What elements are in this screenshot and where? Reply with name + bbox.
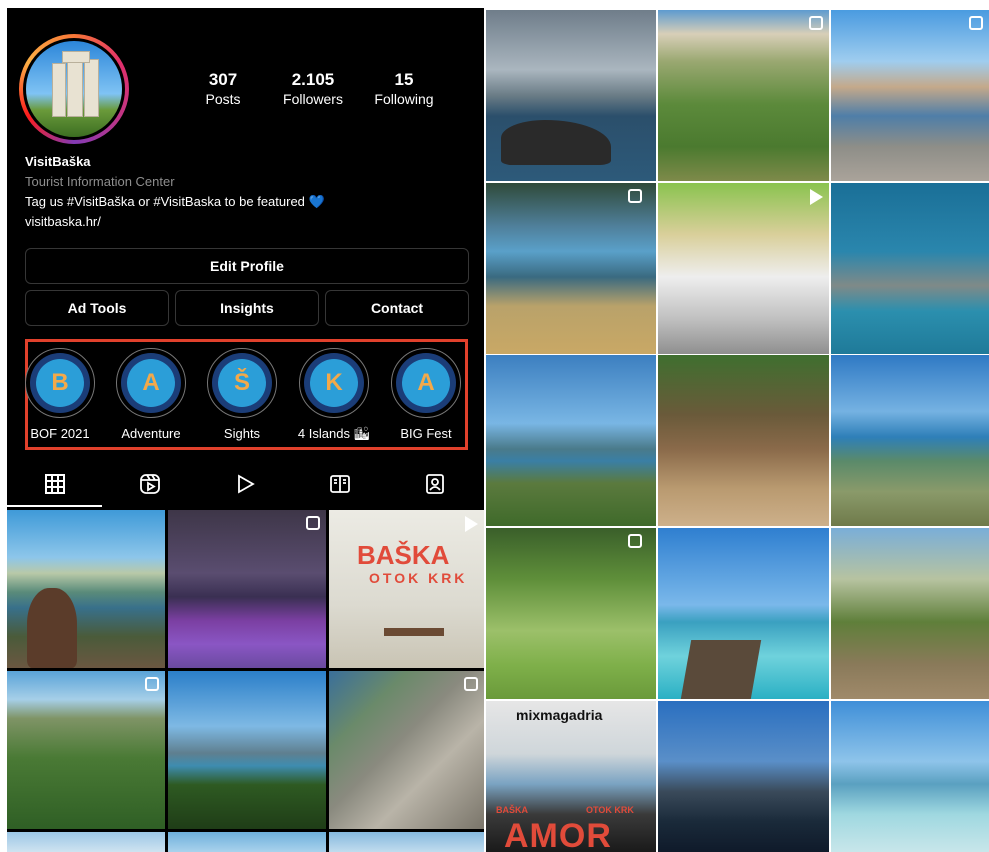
highlight-ring: K — [299, 348, 369, 418]
highlight-label: 4 Islands 🏙 — [297, 426, 371, 441]
post-thumbnail[interactable] — [486, 10, 656, 181]
highlight-letter: K — [310, 359, 358, 407]
highlight-label: Sights — [223, 426, 261, 441]
carousel-icon — [628, 534, 642, 548]
profile-name: VisitBaška — [25, 154, 91, 169]
highlight-label: BIG Fest — [400, 426, 452, 441]
highlight-letter: Š — [218, 359, 266, 407]
highlight-letter: A — [127, 359, 175, 407]
post-thumbnail[interactable] — [831, 528, 989, 699]
carousel-icon — [809, 16, 823, 30]
post-thumbnail[interactable] — [658, 10, 829, 181]
post-text-amor: AMOR — [504, 817, 612, 852]
profile-avatar-ring[interactable] — [19, 34, 129, 144]
post-thumbnail[interactable] — [486, 183, 656, 354]
highlight-letter: B — [36, 359, 84, 407]
carousel-icon — [464, 677, 478, 691]
tab-video[interactable] — [197, 461, 292, 507]
highlight-ring: A — [391, 348, 461, 418]
carousel-icon — [145, 677, 159, 691]
followers-stat[interactable]: 2.105 Followers — [279, 70, 347, 107]
profile-panel: 307 Posts 2.105 Followers 15 Following V… — [7, 8, 484, 852]
highlight-ring: Š — [207, 348, 277, 418]
tab-tagged[interactable] — [387, 461, 482, 507]
contact-button[interactable]: Contact — [325, 290, 469, 326]
post-thumbnail[interactable] — [831, 355, 989, 526]
post-text-baska-small: BAŠKA — [496, 805, 529, 815]
post-thumbnail[interactable] — [658, 701, 829, 852]
reel-icon — [810, 189, 823, 205]
profile-category: Tourist Information Center — [25, 174, 175, 189]
highlight-big-fest[interactable]: A BIG Fest — [386, 348, 466, 441]
posts-stat[interactable]: 307 Posts — [200, 70, 246, 107]
profile-bio: VisitBaška Tourist Information Center Ta… — [25, 152, 465, 232]
posts-count: 307 — [208, 70, 238, 89]
post-thumbnail[interactable] — [329, 671, 484, 829]
post-text-otok-krk: OTOK KRK — [369, 570, 468, 586]
active-tab-indicator — [7, 505, 102, 507]
post-thumbnail[interactable] — [168, 671, 326, 829]
post-thumbnail[interactable]: BAŠKA OTOK KRK — [329, 510, 484, 668]
reels-icon — [139, 474, 160, 494]
tab-reels[interactable] — [102, 461, 197, 507]
carousel-icon — [969, 16, 983, 30]
following-stat[interactable]: 15 Following — [369, 70, 439, 107]
post-thumbnail[interactable] — [486, 355, 656, 526]
highlight-ring: A — [116, 348, 186, 418]
post-thumbnail[interactable] — [658, 183, 829, 354]
posts-label: Posts — [205, 91, 241, 107]
highlight-label: Adventure — [121, 426, 181, 441]
following-label: Following — [374, 91, 434, 107]
post-thumbnail[interactable] — [658, 528, 829, 699]
post-text-baska: BAŠKA — [357, 540, 450, 570]
video-icon — [237, 474, 255, 494]
carousel-icon — [628, 189, 642, 203]
post-thumbnail[interactable] — [486, 528, 656, 699]
avatar[interactable] — [23, 38, 125, 140]
post-thumbnail[interactable] — [7, 671, 165, 829]
highlight-letter: A — [402, 359, 450, 407]
profile-tabs — [7, 461, 484, 507]
post-thumbnail[interactable] — [7, 510, 165, 668]
highlight-ring: B — [25, 348, 95, 418]
post-thumbnail[interactable] — [658, 355, 829, 526]
guides-icon — [329, 475, 350, 493]
bio-text: Tag us #VisitBaška or #VisitBaska to be … — [25, 194, 325, 209]
reel-icon — [465, 516, 478, 532]
following-count: 15 — [394, 70, 414, 89]
tagged-icon — [425, 474, 444, 494]
highlight-label: BOF 2021 — [30, 426, 90, 441]
post-thumbnail[interactable] — [831, 183, 989, 354]
followers-label: Followers — [283, 91, 343, 107]
carousel-icon — [306, 516, 320, 530]
followers-count: 2.105 — [291, 70, 335, 89]
post-thumbnail[interactable] — [168, 510, 326, 668]
highlight-sights[interactable]: Š Sights — [202, 348, 282, 441]
highlight-bof-2021[interactable]: B BOF 2021 — [20, 348, 100, 441]
post-thumbnail[interactable] — [329, 832, 484, 852]
post-thumbnail[interactable] — [7, 832, 165, 852]
edit-profile-button[interactable]: Edit Profile — [25, 248, 469, 284]
post-thumbnail[interactable] — [831, 701, 989, 852]
tab-guides[interactable] — [292, 461, 387, 507]
post-thumbnail[interactable]: mixmagadria BAŠKA OTOK KRK AMOR — [486, 701, 656, 852]
ad-tools-button[interactable]: Ad Tools — [25, 290, 169, 326]
profile-link[interactable]: visitbaska.hr/ — [25, 212, 465, 232]
post-thumbnail[interactable] — [831, 10, 989, 181]
tab-grid[interactable] — [7, 461, 102, 507]
insights-button[interactable]: Insights — [175, 290, 319, 326]
post-thumbnail[interactable] — [168, 832, 326, 852]
post-text-mixmag: mixmagadria — [516, 707, 603, 723]
highlight-adventure[interactable]: A Adventure — [111, 348, 191, 441]
avatar-image — [26, 41, 122, 137]
highlight-4-islands[interactable]: K 4 Islands 🏙 — [294, 348, 374, 442]
post-text-otok-small: OTOK KRK — [586, 805, 634, 815]
grid-icon — [44, 474, 65, 494]
